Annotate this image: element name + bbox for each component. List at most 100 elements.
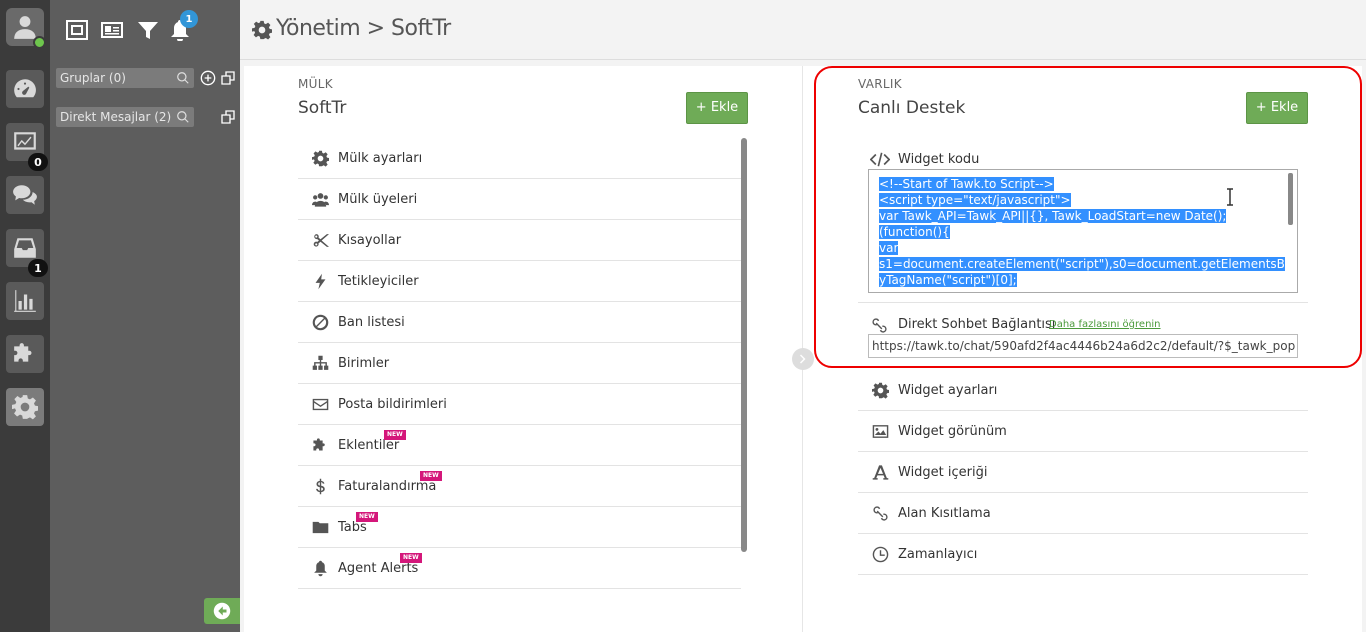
new-badge: NEW	[400, 553, 422, 563]
groups-search[interactable]: Gruplar (0)	[56, 68, 194, 88]
popout-direct-messages-button[interactable]	[220, 109, 236, 125]
filter-button[interactable]	[135, 18, 161, 42]
bolt-icon	[312, 273, 330, 291]
menu-item-mail-notifications[interactable]: Posta bildirimleri	[298, 384, 741, 425]
property-title: SoftTr	[298, 98, 347, 118]
add-property-button[interactable]: + Ekle	[686, 92, 748, 124]
menu-item-label: Agent Alerts	[338, 561, 419, 576]
image-icon	[872, 423, 890, 441]
inbox-icon	[14, 238, 36, 258]
puzzle-icon	[14, 343, 32, 362]
menu-item-departments[interactable]: Birimler	[298, 343, 741, 384]
clock-icon	[872, 546, 890, 564]
gear-icon	[872, 382, 890, 400]
highlight-annotation	[814, 66, 1362, 368]
secondary-panel: 1 Gruplar (0) Direkt Mesajlar (2)	[50, 0, 240, 632]
menu-item-label: Mülk ayarları	[338, 151, 423, 166]
filter-icon	[138, 22, 158, 39]
online-status-dot	[33, 36, 46, 49]
menu-item-tabs[interactable]: Tabs NEW	[298, 507, 741, 548]
menu-item-label: Tetikleyiciler	[338, 274, 419, 289]
chart-line-icon	[14, 132, 36, 150]
menu-item-property-members[interactable]: Mülk üyeleri	[298, 179, 741, 220]
asset-menu: Widget ayarları Widget görünüm Widget iç…	[858, 370, 1308, 575]
menu-item-label: Ban listesi	[338, 315, 405, 330]
menu-item-label: Tabs	[338, 520, 367, 535]
groups-search-label: Gruplar (0)	[60, 71, 126, 85]
menu-item-label: Alan Kısıtlama	[898, 506, 991, 521]
menu-item-label: Zamanlayıcı	[898, 547, 978, 562]
chat-bubbles-icon	[13, 185, 37, 205]
notification-count-badge: 1	[180, 10, 198, 28]
window-restore-icon	[221, 110, 235, 124]
menu-item-label: Widget görünüm	[898, 424, 1007, 439]
inbox-badge: 1	[28, 259, 48, 277]
new-badge: NEW	[420, 471, 442, 481]
property-menu-scrollbar[interactable]	[741, 138, 747, 552]
users-icon	[312, 191, 330, 209]
monitoring-badge: 0	[28, 153, 48, 171]
menu-item-label: Eklentiler	[338, 438, 400, 453]
main-content: MÜLK SoftTr + Ekle Mülk ayarları Mülk üy…	[244, 66, 1362, 632]
rail-reports[interactable]	[6, 282, 44, 320]
envelope-icon	[312, 396, 330, 414]
link-icon	[872, 505, 890, 523]
menu-item-billing[interactable]: Faturalandırma NEW	[298, 466, 741, 507]
menu-item-label: Posta bildirimleri	[338, 397, 447, 412]
search-icon	[176, 110, 190, 124]
menu-item-addons[interactable]: Eklentiler NEW	[298, 425, 741, 466]
menu-item-widget-settings[interactable]: Widget ayarları	[858, 370, 1308, 411]
direct-messages-search[interactable]: Direkt Mesajlar (2)	[56, 107, 194, 127]
dashboard-icon	[14, 79, 36, 98]
page-title: Yönetim > SoftTr	[276, 16, 451, 41]
menu-item-agent-alerts[interactable]: Agent Alerts NEW	[298, 548, 741, 589]
menu-item-shortcuts[interactable]: Kısayollar	[298, 220, 741, 261]
menu-item-triggers[interactable]: Tetikleyiciler	[298, 261, 741, 302]
id-card-icon	[101, 22, 123, 38]
menu-item-label: Birimler	[338, 356, 390, 371]
new-badge: NEW	[356, 512, 378, 522]
font-icon	[872, 464, 890, 482]
gear-icon	[312, 150, 330, 168]
rail-dashboard[interactable]	[6, 70, 44, 108]
icon-rail: 0 1	[0, 0, 50, 632]
rail-administration[interactable]	[6, 388, 44, 426]
gear-icon	[252, 20, 273, 40]
page-header: Yönetim > SoftTr	[240, 0, 1366, 60]
arrow-left-circle-icon	[213, 602, 231, 620]
menu-item-label: Kısayollar	[338, 233, 402, 248]
new-badge: NEW	[384, 430, 406, 440]
menu-item-label: Faturalandırma	[338, 479, 437, 494]
menu-item-widget-appearance[interactable]: Widget görünüm	[858, 411, 1308, 452]
rail-messaging[interactable]	[6, 176, 44, 214]
menu-item-widget-content[interactable]: Widget içeriği	[858, 452, 1308, 493]
contacts-button[interactable]	[99, 18, 125, 42]
property-menu: Mülk ayarları Mülk üyeleri Kısayollar Te…	[298, 138, 741, 590]
menu-item-ban-list[interactable]: Ban listesi	[298, 302, 741, 343]
window-restore-icon	[221, 71, 235, 85]
panel-slide-handle[interactable]	[792, 348, 814, 370]
toggle-visitors-button[interactable]	[64, 18, 90, 42]
gear-icon	[12, 395, 38, 420]
menu-item-label: Mülk üyeleri	[338, 192, 418, 207]
menu-item-scheduler[interactable]: Zamanlayıcı	[858, 534, 1308, 575]
menu-item-domain-restriction[interactable]: Alan Kısıtlama	[858, 493, 1308, 534]
folder-icon	[312, 519, 330, 537]
ban-icon	[312, 314, 330, 332]
rail-addons[interactable]	[6, 335, 44, 373]
dollar-icon	[312, 478, 330, 496]
collapse-panel-button[interactable]	[204, 598, 240, 624]
menu-item-property-settings[interactable]: Mülk ayarları	[298, 138, 741, 179]
search-icon	[176, 71, 190, 85]
user-icon	[14, 16, 36, 39]
frame-icon	[66, 20, 88, 40]
add-group-button[interactable]	[200, 70, 216, 86]
sitemap-icon	[312, 355, 330, 373]
bell-icon	[312, 560, 330, 578]
puzzle-icon	[312, 437, 330, 455]
property-caption: MÜLK	[298, 77, 333, 91]
popout-groups-button[interactable]	[220, 70, 236, 86]
plus-circle-icon	[200, 70, 216, 86]
direct-messages-search-label: Direkt Mesajlar (2)	[60, 110, 172, 124]
bar-chart-icon	[14, 290, 36, 312]
